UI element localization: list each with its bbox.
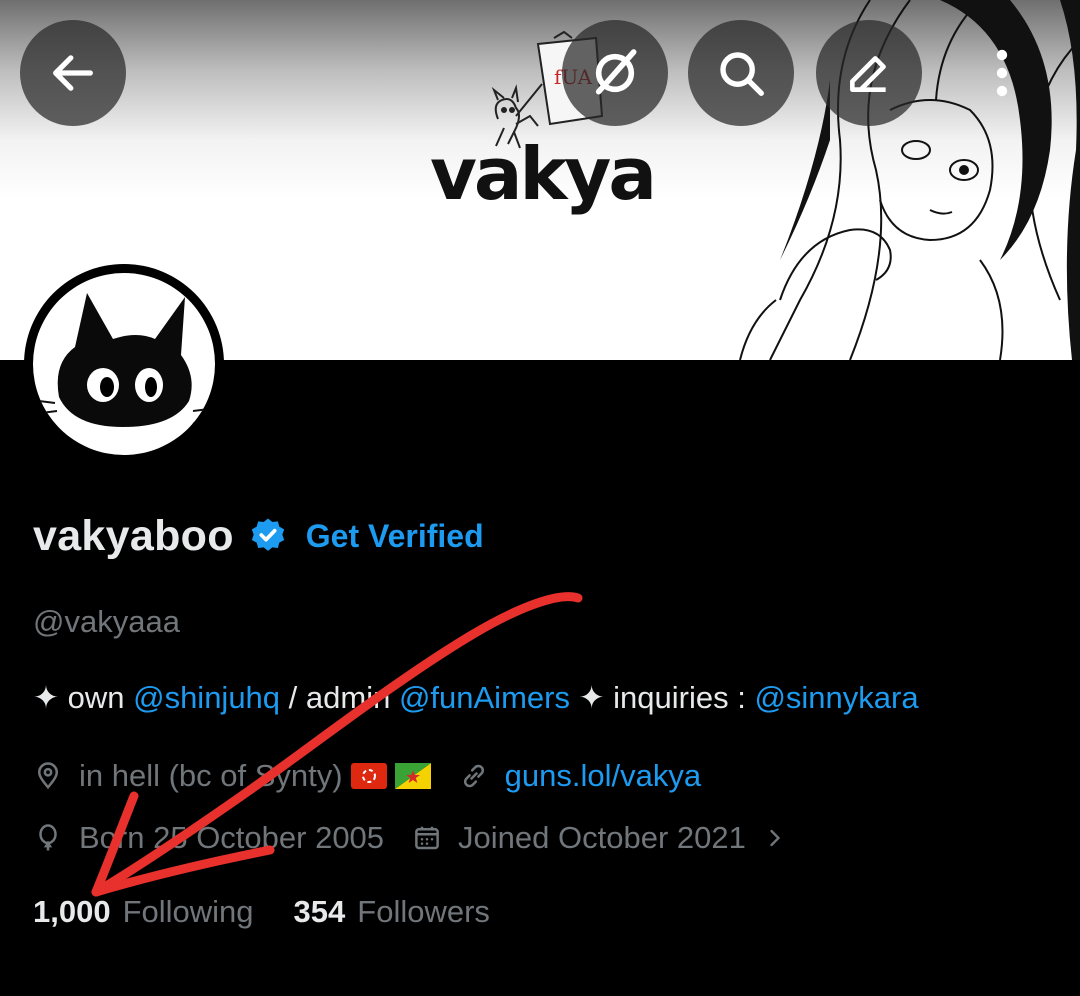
name-row: vakyaboo Get Verified: [33, 508, 484, 564]
chevron-right-icon[interactable]: [764, 824, 786, 852]
joined-text: Joined October 2021: [458, 820, 746, 855]
location: in hell (bc of Synty): [33, 758, 431, 794]
french-guiana-flag-icon: [394, 763, 431, 789]
balloon-icon: [39, 824, 57, 851]
birthday: Born 25 October 2005: [33, 820, 384, 856]
sparkle-icon: ✦: [569, 680, 614, 715]
location-pin-icon: [37, 762, 59, 790]
display-name: vakyaboo: [33, 511, 234, 560]
bio-mention-shinjuhq[interactable]: @shinjuhq: [133, 680, 280, 715]
calendar-icon: [415, 826, 439, 850]
grok-button[interactable]: [562, 20, 668, 126]
arrow-left-icon: [53, 55, 93, 91]
hong-kong-flag-icon: [350, 763, 387, 789]
verified-badge-icon[interactable]: [248, 516, 288, 556]
bio-text-admin: / admin: [280, 680, 399, 715]
bio-mention-sinnykara[interactable]: @sinnykara: [754, 680, 918, 715]
website[interactable]: guns.lol/vakya: [459, 758, 701, 794]
bio-text-own: own: [58, 680, 134, 715]
birthday-text: Born 25 October 2005: [79, 820, 385, 855]
banner-logo-text: vakya: [430, 132, 657, 216]
joined-date[interactable]: Joined October 2021: [412, 820, 786, 856]
user-handle: @vakyaaa: [33, 604, 180, 639]
bio: ✦ own @shinjuhq / admin @funAimers ✦ inq…: [33, 680, 919, 716]
link-icon: [463, 764, 484, 788]
followers-label: Followers: [357, 894, 490, 929]
bio-mention-funaimers[interactable]: @funAimers: [399, 680, 570, 715]
bio-text-inquiries: inquiries :: [613, 680, 755, 715]
website-link[interactable]: guns.lol/vakya: [505, 758, 701, 794]
black-cat-avatar-image: [38, 293, 210, 430]
more-options-button[interactable]: [984, 40, 1020, 106]
back-button[interactable]: [20, 20, 126, 126]
profile-meta-row: Born 25 October 2005 Joined October 2021: [33, 820, 814, 856]
avatar[interactable]: [24, 264, 224, 464]
grok-icon: [595, 49, 637, 95]
more-vertical-icon: [996, 49, 1008, 97]
search-button[interactable]: [688, 20, 794, 126]
edit-icon: [850, 56, 886, 92]
followers-stat[interactable]: 354 Followers: [294, 894, 490, 930]
following-count: 1,000: [33, 894, 111, 929]
follow-stats: 1,000 Following 354 Followers: [33, 894, 530, 930]
get-verified-link[interactable]: Get Verified: [306, 518, 484, 555]
following-label: Following: [122, 894, 254, 929]
following-stat[interactable]: 1,000 Following: [33, 894, 254, 930]
profile-meta-row: in hell (bc of Synty) guns.lol/vakya: [33, 758, 729, 794]
location-text: in hell (bc of Synty): [79, 758, 343, 793]
sparkle-icon: ✦: [33, 680, 59, 715]
followers-count: 354: [293, 894, 346, 929]
search-icon: [720, 52, 764, 96]
edit-button[interactable]: [816, 20, 922, 126]
